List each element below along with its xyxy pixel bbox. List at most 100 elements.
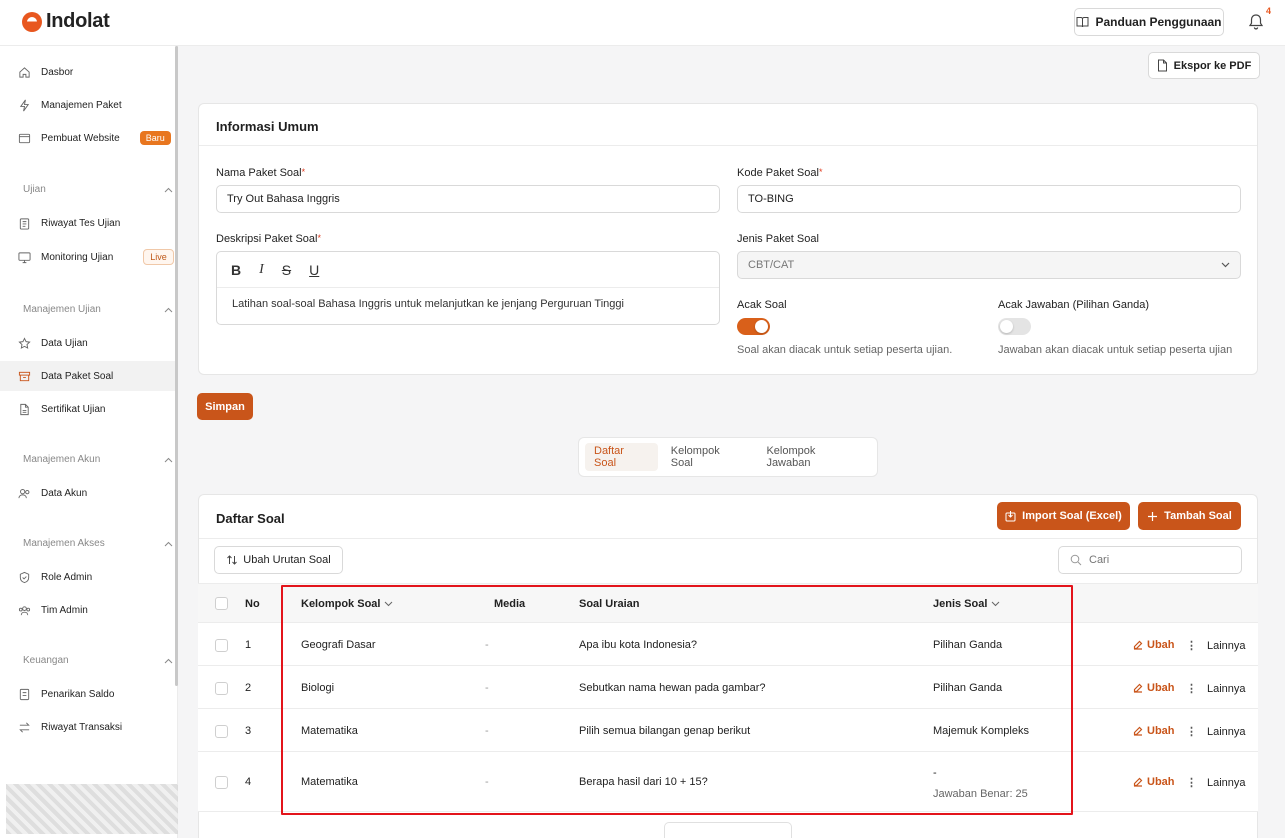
more-button[interactable]: ⋮ Lainnya: [1186, 682, 1246, 696]
plus-icon: [1148, 511, 1158, 521]
edit-label: Ubah: [1147, 639, 1175, 651]
save-button[interactable]: Simpan: [197, 393, 253, 420]
tab-kelompok-jawaban[interactable]: Kelompok Jawaban: [757, 443, 871, 471]
file-icon: [20, 403, 29, 415]
table-row[interactable]: 2 Biologi - Sebutkan nama hewan pada gambar…: [198, 666, 1258, 709]
type-label: Jenis Paket Soal: [737, 233, 819, 245]
sidebar-item-penarikan-saldo[interactable]: Penarikan Saldo: [0, 679, 175, 709]
shuffle-questions-toggle[interactable]: [737, 318, 770, 335]
sidebar-item-riwayat-transaksi[interactable]: Riwayat Transaksi: [0, 712, 175, 742]
more-button[interactable]: ⋮ Lainnya: [1186, 639, 1246, 653]
shuffle-questions-hint: Soal akan diacak untuk setiap peserta uj…: [737, 344, 953, 356]
table-row[interactable]: 3 Matematika - Pilih semua bilangan genap b…: [198, 709, 1258, 752]
sidebar-item-data-ujian[interactable]: Data Ujian: [0, 328, 175, 358]
sidebar-item-riwayat-tes[interactable]: Riwayat Tes Ujian: [0, 208, 175, 238]
search-icon: [1070, 554, 1082, 566]
select-all-checkbox[interactable]: [215, 597, 228, 610]
bell-icon[interactable]: [1248, 13, 1264, 31]
edit-button[interactable]: Ubah: [1133, 639, 1175, 651]
row-number: 3: [245, 725, 252, 737]
chevron-up-icon: [164, 541, 173, 546]
sidebar-item-label: Penarikan Saldo: [41, 688, 115, 700]
export-pdf-label: Ekspor ke PDF: [1173, 59, 1252, 72]
team-icon: [18, 605, 31, 615]
question-text: Berapa hasil dari 10 + 15?: [579, 776, 708, 788]
import-excel-button[interactable]: Import Soal (Excel): [997, 502, 1130, 530]
package-type-select[interactable]: CBT/CAT: [737, 251, 1241, 279]
reorder-button[interactable]: Ubah Urutan Soal: [214, 546, 343, 574]
chevron-down-icon: [992, 601, 1000, 607]
chevron-up-icon: [164, 307, 173, 312]
section-manajemen-akses[interactable]: Manajemen Akses: [23, 538, 173, 549]
more-button[interactable]: ⋮ Lainnya: [1186, 776, 1246, 790]
section-title: Manajemen Akun: [23, 454, 101, 465]
sidebar-item-tim-admin[interactable]: Tim Admin: [0, 595, 175, 625]
edit-button[interactable]: Ubah: [1133, 725, 1175, 737]
package-name-input[interactable]: Try Out Bahasa Inggris: [216, 185, 720, 213]
col-type[interactable]: Jenis Soal: [933, 598, 1000, 610]
section-title: Keuangan: [23, 655, 69, 666]
brand-logo[interactable]: Indolat: [22, 10, 110, 33]
section-ujian[interactable]: Ujian: [23, 184, 173, 195]
tab-kelompok-soal[interactable]: Kelompok Soal: [662, 443, 754, 471]
underline-icon[interactable]: U: [309, 262, 319, 278]
col-group[interactable]: Kelompok Soal: [301, 598, 393, 610]
export-pdf-button[interactable]: Ekspor ke PDF: [1148, 52, 1260, 79]
edit-icon: [1133, 640, 1143, 650]
sidebar-item-role-admin[interactable]: Role Admin: [0, 562, 175, 592]
row-checkbox[interactable]: [215, 639, 228, 652]
sidebar-item-manajemen-paket[interactable]: Manajemen Paket: [0, 90, 175, 120]
question-media: -: [485, 639, 489, 651]
guide-button-label: Panduan Penggunaan: [1095, 15, 1222, 29]
row-number: 2: [245, 682, 252, 694]
row-checkbox[interactable]: [215, 682, 228, 695]
archive-icon: [18, 371, 31, 381]
guide-button[interactable]: Panduan Penggunaan: [1074, 8, 1224, 36]
sidebar-item-sertifikat[interactable]: Sertifikat Ujian: [0, 394, 175, 424]
search-box[interactable]: [1058, 546, 1242, 574]
strikethrough-icon[interactable]: S: [282, 262, 291, 278]
add-question-button[interactable]: Tambah Soal: [1138, 502, 1241, 530]
section-manajemen-akun[interactable]: Manajemen Akun: [23, 454, 173, 465]
search-input[interactable]: [1089, 554, 1229, 566]
row-checkbox[interactable]: [215, 725, 228, 738]
tab-daftar-soal[interactable]: Daftar Soal: [585, 443, 658, 471]
edit-button[interactable]: Ubah: [1133, 682, 1175, 694]
home-icon: [19, 66, 30, 78]
question-media: -: [485, 725, 489, 737]
chevron-up-icon: [164, 457, 173, 462]
package-type-value: CBT/CAT: [748, 259, 795, 271]
bold-icon[interactable]: B: [231, 262, 241, 278]
edit-label: Ubah: [1147, 725, 1175, 737]
sidebar-scrollbar[interactable]: [175, 46, 178, 686]
table-row[interactable]: 4 Matematika - Berapa hasil dari 10 + 15? - J…: [198, 752, 1258, 812]
sidebar-item-dasbor[interactable]: Dasbor: [0, 57, 175, 87]
more-button[interactable]: ⋮ Lainnya: [1186, 725, 1246, 739]
kebab-icon: ⋮: [1186, 726, 1197, 738]
section-manajemen-ujian[interactable]: Manajemen Ujian: [23, 304, 173, 315]
description-text[interactable]: Latihan soal-soal Bahasa Inggris untuk m…: [217, 288, 719, 320]
shuffle-answers-toggle[interactable]: [998, 318, 1031, 335]
col-media: Media: [494, 598, 526, 610]
row-checkbox[interactable]: [215, 776, 228, 789]
package-code-input[interactable]: TO-BING: [737, 185, 1241, 213]
correct-answer-note: Jawaban Benar: 25: [933, 788, 1028, 800]
edit-button[interactable]: Ubah: [1133, 776, 1175, 788]
kebab-icon: ⋮: [1186, 777, 1197, 789]
transfer-icon: [19, 722, 30, 732]
question-type: Pilihan Ganda: [933, 682, 1003, 694]
sidebar-item-pembuat-website[interactable]: Pembuat Website Baru: [0, 123, 175, 153]
sidebar-item-data-akun[interactable]: Data Akun: [0, 478, 175, 508]
italic-icon[interactable]: I: [259, 262, 264, 278]
table-row[interactable]: 1 Geografi Dasar - Apa ibu kota Indonesia? P…: [198, 623, 1258, 666]
user-profile-blurred[interactable]: [6, 784, 178, 834]
sidebar-item-monitoring[interactable]: Monitoring Ujian Live: [0, 242, 175, 272]
import-excel-label: Import Soal (Excel): [1022, 510, 1122, 522]
sidebar-item-data-paket-soal[interactable]: Data Paket Soal: [0, 361, 175, 391]
pagination[interactable]: [664, 822, 792, 838]
section-title: Ujian: [23, 184, 46, 195]
description-editor[interactable]: B I S U Latihan soal-soal Bahasa Inggris…: [216, 251, 720, 325]
chevron-down-icon: [1221, 262, 1230, 268]
section-keuangan[interactable]: Keuangan: [23, 655, 173, 666]
row-number: 1: [245, 639, 252, 651]
